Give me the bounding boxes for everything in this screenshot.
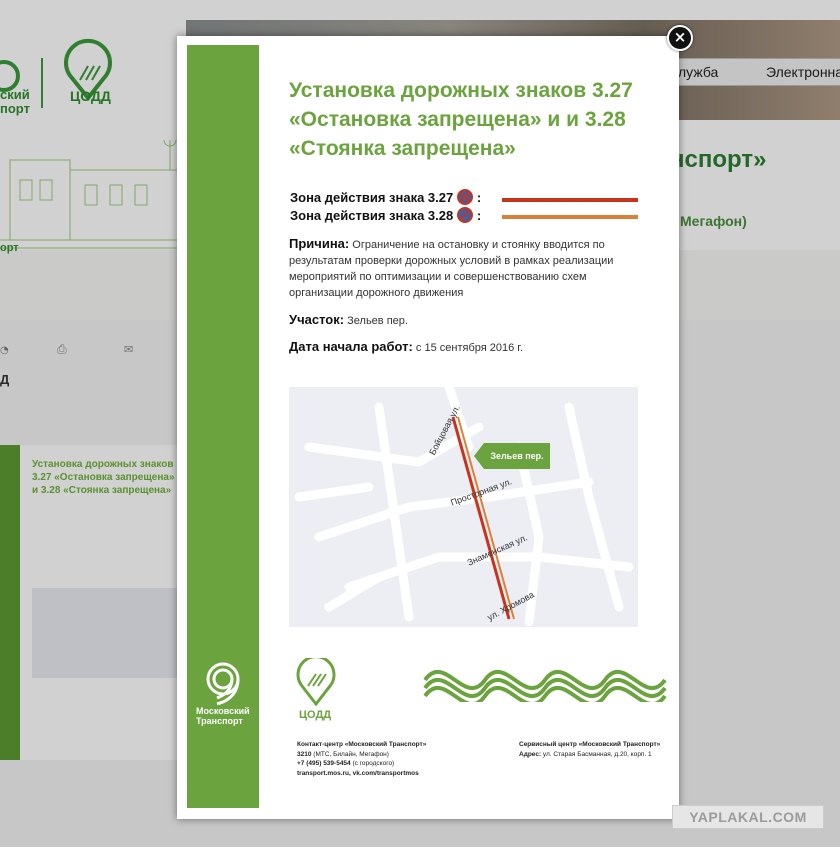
start-date-paragraph: Дата начала работ: с 15 сентября 2016 г. [289,339,649,356]
brand-name: Московский Транспорт [196,706,250,726]
contact-phone: +7 (495) 539-5454 [297,760,351,767]
zone-327-label: Зона действия знака 3.27 [290,190,454,205]
zone-colon: : [476,208,482,223]
section-text: Зельев пер. [347,315,408,327]
map-callout: Зельев пер. [474,443,550,469]
street-map: Бойцовая ул. Просторная ул. Знаменская у… [289,387,638,627]
zone-328-row: Зона действия знака 3.28 : [290,207,481,223]
contact-note: (с городского) [352,760,395,767]
no-parking-sign-icon [457,207,474,223]
contact-note: (МТС, Билайн, Мегафон) [313,750,389,758]
reason-label: Причина: [289,236,350,251]
contact-title: Сервисный центр «Московский Транспорт» [519,741,661,748]
zone-328-label: Зона действия знака 3.28 [290,208,454,223]
zone-327-row: Зона действия знака 3.27 : [290,189,481,205]
watermark: YAPLAKAL.COM [672,805,824,829]
start-date-text: с 15 сентября 2016 г. [415,342,524,354]
section-label: Участок: [289,312,345,327]
decorative-wave-pattern [423,670,667,702]
service-center-block: Сервисный центр «Московский Транспорт» А… [519,740,660,759]
address-label: Адрес: [519,750,542,758]
codd-logo-icon [296,658,336,706]
zone-328-line [502,215,638,219]
moscow-transport-logo-icon [206,662,240,705]
contact-websites: transport.mos.ru, vk.com/transportmos [297,769,419,777]
codd-text: ЦОДД [299,709,332,721]
section-paragraph: Участок: Зельев пер. [289,312,649,329]
contact-title: Контакт-центр «Московский Транспорт» [297,741,427,748]
street-map-roads [294,387,634,627]
notice-title: Установка дорожных знаков 3.27 «Остановк… [289,79,633,160]
start-date-label: Дата начала работ: [289,339,413,354]
zone-colon: : [476,190,482,205]
zone-327-line [502,198,638,202]
contact-short-number: 3210 [297,750,312,758]
no-stopping-sign-icon [457,189,474,205]
contact-center-block: Контакт-центр «Московский Транспорт» 321… [297,740,426,778]
image-lightbox: Московский Транспорт Установка дорожных … [177,36,679,819]
address-text: ул. Старая Басманная, д.20, корп. 1 [542,750,652,758]
reason-paragraph: Причина: Ограничение на остановку и стоя… [289,236,649,301]
close-icon[interactable]: × [667,25,693,51]
